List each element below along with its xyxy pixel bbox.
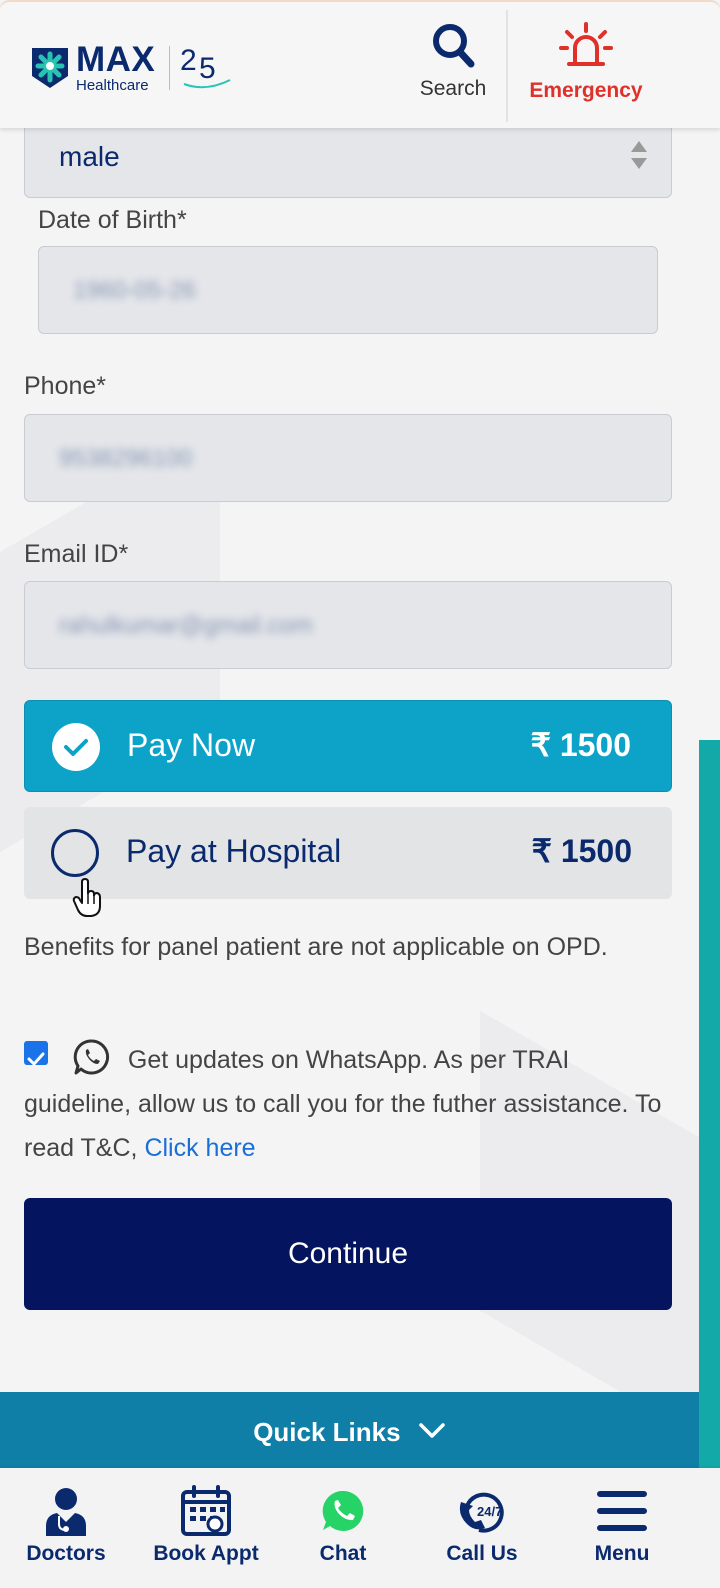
nav-book-appt[interactable]: Book Appt <box>146 1484 266 1566</box>
nav-menu[interactable]: Menu <box>562 1484 682 1566</box>
panel-patient-note: Benefits for panel patient are not appli… <box>24 933 608 961</box>
side-accent-bar <box>699 740 720 1588</box>
siren-icon <box>559 22 613 66</box>
terms-link[interactable]: Click here <box>144 1134 255 1162</box>
phone-value: 9538296100 <box>59 445 193 472</box>
hamburger-icon <box>597 1491 647 1531</box>
svg-text:2: 2 <box>180 44 197 77</box>
anniversary-25-badge-icon: 2 5 <box>180 44 231 88</box>
dob-label: Date of Birth* <box>38 206 187 234</box>
nav-doctors-label: Doctors <box>26 1542 106 1565</box>
header-divider <box>506 10 508 122</box>
email-label: Email ID* <box>24 540 129 568</box>
header: MAX Healthcare 2 5 Search Emergency <box>0 0 720 128</box>
continue-button[interactable]: Continue <box>24 1198 672 1310</box>
emergency-button[interactable]: Emergency <box>526 22 646 103</box>
quick-links-label: Quick Links <box>253 1417 401 1447</box>
max-logo-mark-icon <box>32 47 68 88</box>
logo-divider <box>169 45 171 90</box>
pay-at-hospital-label: Pay at Hospital <box>126 833 342 869</box>
dob-value: 1960-05-26 <box>73 277 196 304</box>
phone-field[interactable]: 9538296100 <box>24 414 672 502</box>
radio-unchecked-icon <box>51 829 99 877</box>
svg-text:5: 5 <box>199 52 216 85</box>
pay-now-option[interactable]: Pay Now ₹ 1500 <box>24 700 672 792</box>
whatsapp-outline-icon <box>73 1039 109 1075</box>
search-label: Search <box>419 77 487 100</box>
search-button[interactable]: Search <box>418 22 488 101</box>
email-value: rahulkumar@gmail.com <box>59 612 313 639</box>
select-arrows-icon <box>631 141 647 169</box>
quick-links-toggle[interactable]: Quick Links <box>0 1392 699 1472</box>
nav-chat-label: Chat <box>319 1542 367 1565</box>
brand-name: MAX <box>76 40 156 79</box>
pay-at-hospital-amount: ₹ 1500 <box>531 833 632 869</box>
phone-24-7-icon: 24/7 <box>459 1492 504 1533</box>
consent-text: Get updates on WhatsApp. As per TRAI gui… <box>24 1046 662 1162</box>
email-field[interactable]: rahulkumar@gmail.com <box>24 581 672 669</box>
whatsapp-consent: Get updates on WhatsApp. As per TRAI gui… <box>24 1038 664 1170</box>
page: MAX Healthcare 2 5 Search Emergency male… <box>0 0 720 1588</box>
nav-call-us-label: Call Us <box>446 1542 518 1565</box>
svg-text:24/7: 24/7 <box>477 1504 502 1519</box>
doctor-icon <box>46 1488 86 1536</box>
dob-field[interactable]: 1960-05-26 <box>38 246 658 334</box>
whatsapp-icon <box>322 1490 364 1531</box>
pay-now-label: Pay Now <box>127 727 256 763</box>
calendar-icon <box>181 1485 231 1536</box>
max-healthcare-logo[interactable]: MAX Healthcare 2 5 <box>30 42 232 93</box>
search-icon <box>433 24 475 68</box>
pay-at-hospital-option[interactable]: Pay at Hospital ₹ 1500 <box>24 807 672 899</box>
pay-now-amount: ₹ 1500 <box>530 727 631 763</box>
nav-menu-label: Menu <box>594 1542 650 1565</box>
bottom-nav: Doctors Book Appt Chat 24/7 Call Us Menu <box>0 1468 720 1588</box>
nav-chat[interactable]: Chat <box>283 1484 403 1566</box>
checkmark-icon <box>27 1052 45 1067</box>
whatsapp-consent-checkbox[interactable] <box>24 1041 48 1067</box>
chevron-down-icon <box>419 1423 445 1438</box>
nav-book-appt-label: Book Appt <box>153 1542 259 1565</box>
phone-label: Phone* <box>24 372 107 400</box>
selected-check-icon <box>52 723 100 771</box>
nav-call-us[interactable]: 24/7 Call Us <box>422 1484 542 1566</box>
emergency-label: Emergency <box>529 79 643 102</box>
nav-doctors[interactable]: Doctors <box>6 1484 126 1566</box>
gender-value: male <box>59 141 120 172</box>
hand-cursor-icon <box>72 878 101 917</box>
brand-subtitle: Healthcare <box>76 77 149 94</box>
